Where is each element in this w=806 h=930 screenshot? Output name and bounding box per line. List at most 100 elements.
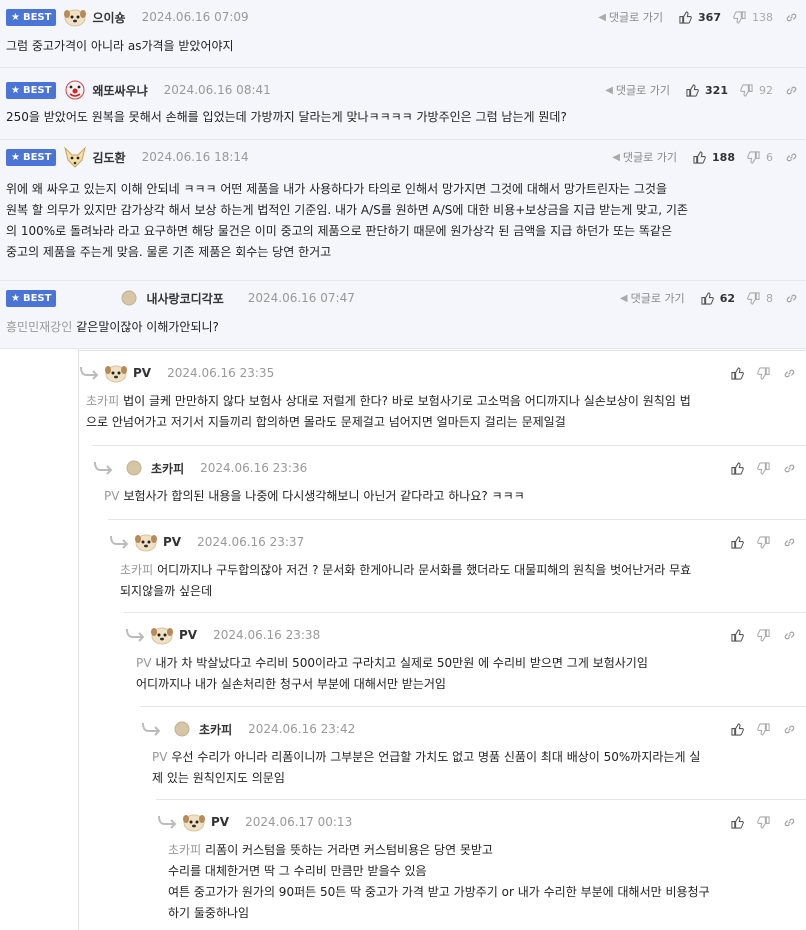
avatar	[63, 146, 87, 168]
thumbs-up-icon[interactable]	[731, 722, 744, 736]
reply-body: 초카피 법이 글케 만만하지 않다 보험사 상대로 저럴게 한다? 바로 보험사기…	[86, 391, 796, 433]
author-name[interactable]: 김도환	[92, 149, 125, 166]
avatar	[63, 79, 87, 101]
thumbs-up-icon[interactable]	[701, 291, 714, 305]
reply-header: PV 2024.06.16 23:38	[124, 620, 796, 650]
author-name[interactable]: PV	[211, 815, 229, 829]
comment-body: 흥민민재강인 같은말이잖아 이해가안되니?	[6, 317, 796, 338]
thumbs-down-icon[interactable]	[757, 366, 770, 380]
comment-date: 2024.06.16 07:47	[247, 291, 355, 305]
thumbs-down-icon[interactable]	[757, 535, 770, 549]
mention[interactable]: PV	[136, 656, 151, 670]
comment-date: 2024.06.16 07:09	[141, 10, 249, 24]
comment-date: 2024.06.16 23:35	[167, 366, 275, 380]
reply-divider	[108, 519, 806, 520]
mention[interactable]: PV	[104, 489, 119, 503]
author-name[interactable]: 초카피	[199, 721, 232, 738]
thumbs-up-icon[interactable]	[686, 83, 699, 97]
go-to-reply-link[interactable]: ◀ 댓글로 가기	[620, 290, 685, 306]
reply-hook-icon	[92, 460, 114, 476]
thumbs-up-icon[interactable]	[731, 815, 744, 829]
author-name[interactable]: PV	[133, 366, 151, 380]
downvote-count: 6	[766, 150, 773, 164]
link-icon[interactable]	[783, 816, 796, 829]
reply-arrow-icon: ◀	[619, 292, 628, 304]
go-to-reply-link[interactable]: ◀ 댓글로 가기	[598, 9, 663, 25]
comment-actions: ◀ 댓글로 가기 321 92	[605, 82, 798, 98]
comment-date: 2024.06.16 18:14	[141, 150, 249, 164]
best-badge: ★ BEST	[6, 289, 57, 307]
thumbs-down-icon[interactable]	[757, 815, 770, 829]
thumbs-down-icon[interactable]	[733, 10, 746, 24]
comment-actions: ◀ 댓글로 가기 62 8	[620, 290, 798, 306]
reply-divider	[140, 706, 806, 707]
avatar	[134, 531, 158, 553]
avatar	[170, 718, 194, 740]
best-label: BEST	[22, 151, 52, 163]
avatar	[122, 457, 146, 479]
thumbs-down-icon[interactable]	[747, 150, 760, 164]
comment-actions: ◀ 댓글로 가기 367 138	[598, 9, 798, 25]
comment-header: ★ BEST 으이숑 2024.06.16 07:09 ◀ 댓글로 가기 367 138	[6, 0, 798, 34]
reply-header: PV 2024.06.16 23:35	[78, 358, 796, 388]
link-icon[interactable]	[783, 629, 796, 642]
thumbs-up-icon[interactable]	[731, 628, 744, 642]
thumbs-up-icon[interactable]	[731, 366, 744, 380]
comment-line: 되지않을까 싶은데	[120, 584, 213, 598]
thumbs-down-icon[interactable]	[740, 83, 753, 97]
go-to-reply-link[interactable]: ◀ 댓글로 가기	[605, 82, 670, 98]
reply-body: 초카피 리폼이 커스텀을 뜻하는 거라면 커스텀비용은 당연 못받고 수리를 대체한…	[168, 840, 796, 924]
link-icon[interactable]	[783, 462, 796, 475]
thumbs-down-icon[interactable]	[747, 291, 760, 305]
go-to-reply-link[interactable]: ◀ 댓글로 가기	[612, 149, 677, 165]
upvote-count: 321	[705, 83, 728, 97]
star-icon: ★	[11, 84, 20, 96]
mention[interactable]: 초카피	[168, 843, 201, 857]
comment-line: 그럼 중고가격이 아니라 as가격을 받았어야지	[6, 39, 234, 53]
link-icon[interactable]	[783, 536, 796, 549]
link-icon[interactable]	[785, 292, 798, 305]
link-icon[interactable]	[785, 84, 798, 97]
thumbs-up-icon[interactable]	[693, 150, 706, 164]
reply-hook-icon	[156, 814, 178, 830]
thumbs-up-icon[interactable]	[679, 10, 692, 24]
thread-guide-line	[78, 349, 79, 930]
comment-line: 수리를 대체한거면 딱 그 수리비 만큼만 받을수 있음	[168, 864, 427, 878]
mention[interactable]: 초카피	[86, 394, 119, 408]
reply-hook-icon	[140, 721, 162, 737]
comment-date: 2024.06.16 23:37	[197, 535, 305, 549]
author-name[interactable]: 초카피	[151, 460, 184, 477]
thumbs-down-icon[interactable]	[757, 461, 770, 475]
reply-divider	[124, 612, 806, 613]
thumbs-down-icon[interactable]	[757, 722, 770, 736]
author-name[interactable]: PV	[163, 535, 181, 549]
reply-comment: PV 2024.06.16 23:37 초카피 어디까지나 구두합의잖아 저건 ? 문…	[108, 519, 806, 612]
thumbs-down-icon[interactable]	[757, 628, 770, 642]
link-icon[interactable]	[785, 11, 798, 24]
star-icon: ★	[11, 151, 20, 163]
link-icon[interactable]	[785, 151, 798, 164]
comment-body: 위에 왜 싸우고 있는지 이해 안되네 ㅋㅋㅋ 어떤 제품을 내가 사용하다가 …	[6, 179, 796, 263]
comment-line: 법이 글케 만만하지 않다 보험사 상대로 저럴게 한다? 바로 보험사기로 고…	[123, 394, 691, 408]
link-icon[interactable]	[783, 723, 796, 736]
comment-line: 원복 할 의무가 있지만 감가상각 해서 보상 하는게 법적인 기준임. 내가 …	[6, 203, 688, 217]
author-name[interactable]: 내사랑코디각포	[146, 290, 223, 307]
comment-line: 으로 안넘어가고 저기서 지들끼리 합의하면 몰라도 문제걸고 넘어지면 얼마든…	[86, 415, 566, 429]
comment-line: 중고의 제품을 주는게 맞음. 물론 기존 제품은 회수는 당연 한거고	[6, 245, 332, 259]
comment-actions: ◀ 댓글로 가기 188 6	[612, 149, 798, 165]
thumbs-up-icon[interactable]	[731, 535, 744, 549]
best-comment: ★ BEST 왜또싸우냐 2024.06.16 08:41 ◀ 댓글로 가기 321 92 25…	[0, 68, 806, 140]
author-name[interactable]: 으이숑	[92, 9, 125, 26]
reply-header: PV 2024.06.17 00:13	[156, 807, 796, 837]
thumbs-up-icon[interactable]	[731, 461, 744, 475]
reply-body: PV 우선 수리가 아니라 리폼이니까 그부분은 언급할 가치도 없고 명품 신품…	[152, 747, 796, 789]
author-name[interactable]: PV	[179, 628, 197, 642]
mention[interactable]: PV	[152, 750, 167, 764]
upvote-count: 62	[719, 291, 735, 305]
best-label: BEST	[22, 292, 52, 304]
link-icon[interactable]	[783, 367, 796, 380]
mention[interactable]: 초카피	[120, 563, 153, 577]
author-name[interactable]: 왜또싸우냐	[92, 82, 147, 99]
reply-comment: PV 2024.06.16 23:38 PV 내가 차 박살났다고 수리비 500이라…	[124, 612, 806, 706]
mention[interactable]: 흥민민재강인	[6, 320, 72, 334]
